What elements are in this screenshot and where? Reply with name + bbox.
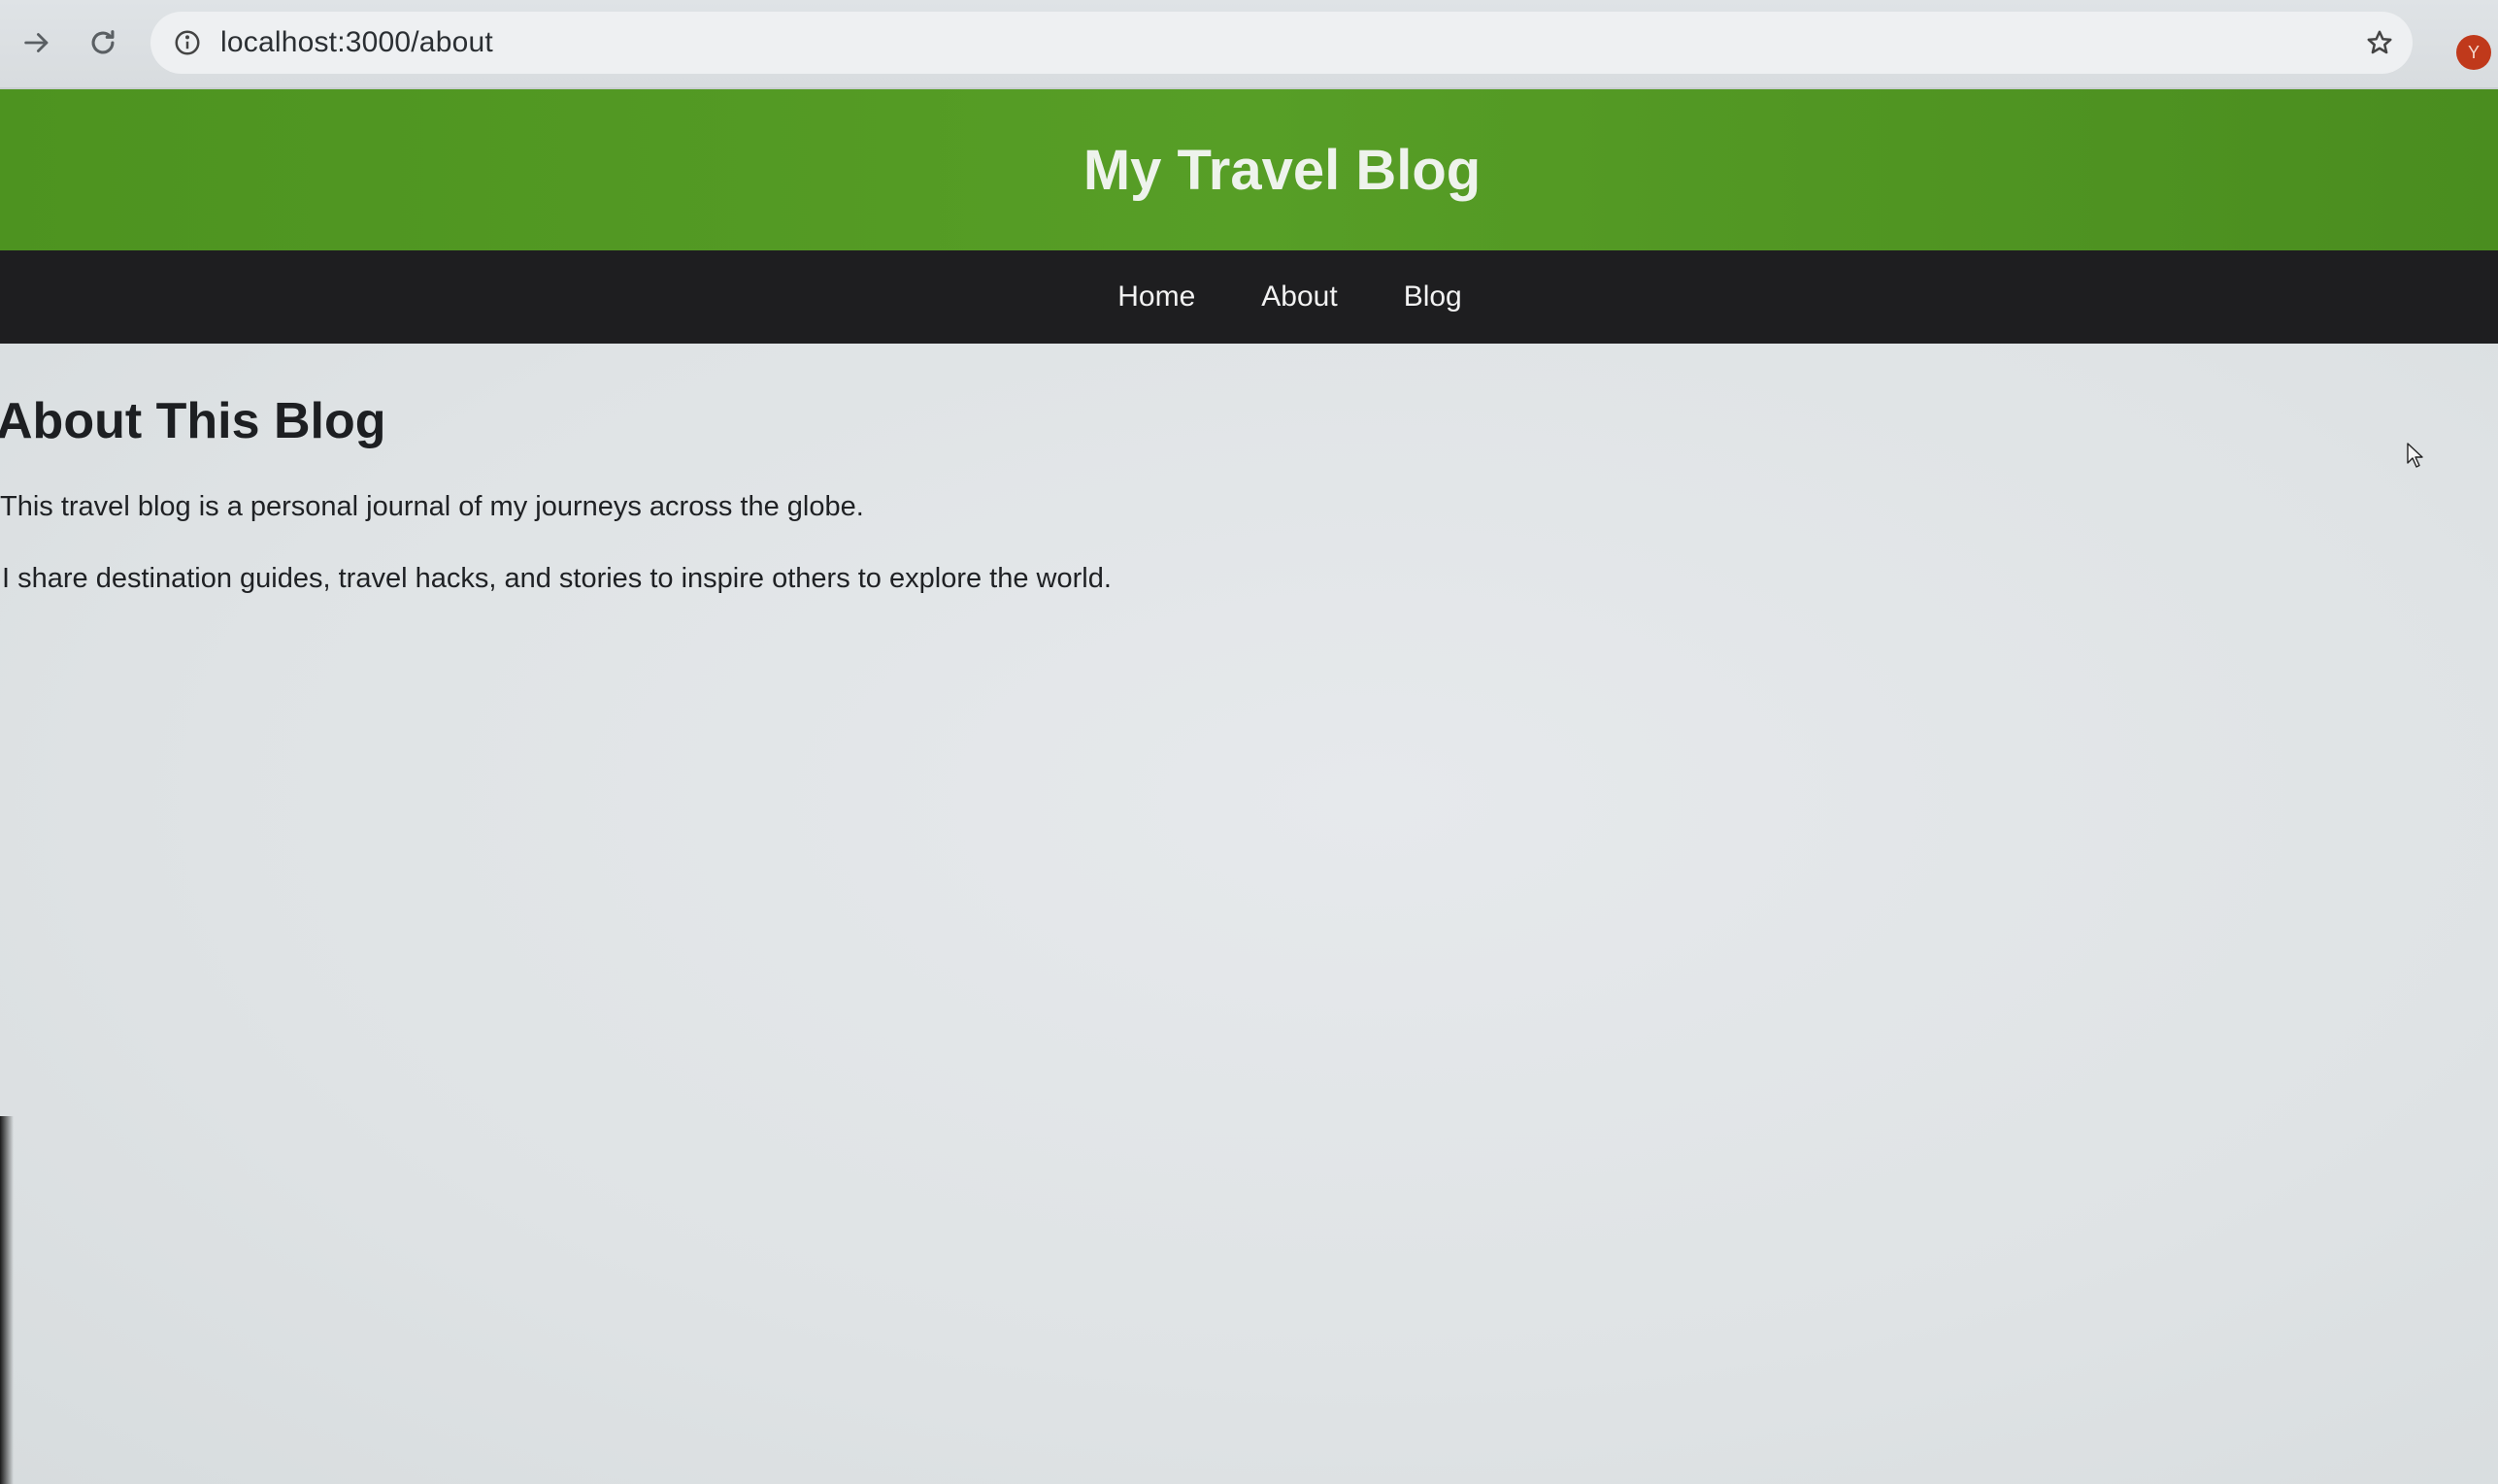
- site-header: My Travel Blog: [0, 89, 2498, 250]
- avatar-letter: Y: [2467, 42, 2480, 62]
- nav-links: Home About Blog: [1117, 280, 1461, 313]
- url-text[interactable]: localhost:3000/about: [220, 26, 493, 59]
- screen-bezel-edge: [0, 1116, 14, 1484]
- site-nav: Home About Blog: [0, 250, 2498, 344]
- nav-link-about[interactable]: About: [1261, 280, 1337, 313]
- nav-link-blog[interactable]: Blog: [1404, 280, 1462, 313]
- mouse-pointer-icon: [2407, 443, 2423, 468]
- about-paragraph-2: I share destination guides, travel hacks…: [2, 563, 1112, 594]
- forward-arrow-icon[interactable]: [14, 19, 60, 66]
- site-title: My Travel Blog: [1082, 138, 1482, 202]
- reload-icon[interactable]: [80, 19, 126, 66]
- info-icon[interactable]: [158, 14, 216, 72]
- browser-toolbar: localhost:3000/about Y: [0, 0, 2498, 89]
- address-bar[interactable]: localhost:3000/about: [150, 12, 2413, 74]
- profile-avatar[interactable]: Y: [2456, 35, 2491, 70]
- nav-link-home[interactable]: Home: [1117, 280, 1195, 313]
- main-content: About This Blog This travel blog is a pe…: [0, 344, 2498, 1484]
- page-heading: About This Blog: [0, 393, 386, 449]
- about-paragraph-1: This travel blog is a personal journal o…: [0, 491, 864, 522]
- star-icon[interactable]: [2362, 25, 2397, 60]
